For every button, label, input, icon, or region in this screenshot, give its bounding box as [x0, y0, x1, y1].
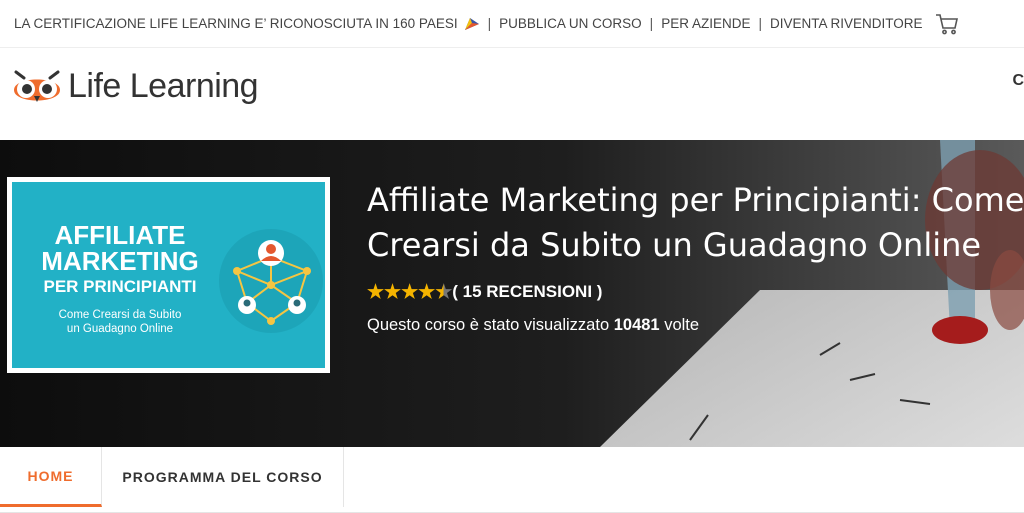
- reseller-link[interactable]: DIVENTA RIVENDITORE: [770, 16, 923, 31]
- course-thumbnail: AFFILIATE MARKETING PER PRINCIPIANTI Com…: [7, 177, 330, 373]
- star-icon: ★: [418, 281, 436, 303]
- certification-notice: LA CERTIFICAZIONE LIFE LEARNING E’ RICON…: [14, 16, 480, 31]
- course-hero: AFFILIATE MARKETING PER PRINCIPIANTI Com…: [0, 140, 1024, 447]
- site-header: Life Learning C: [0, 48, 1024, 140]
- reviews-count[interactable]: ( 15 RECENSIONI ): [452, 282, 602, 302]
- separator: |: [487, 16, 492, 31]
- views-prefix: Questo corso è stato visualizzato: [367, 316, 610, 334]
- network-people-icon: [219, 229, 323, 333]
- separator: |: [649, 16, 654, 31]
- top-bar: LA CERTIFICAZIONE LIFE LEARNING E’ RICON…: [0, 0, 1024, 48]
- course-title: Affiliate Marketing per Principianti: Co…: [367, 181, 1024, 264]
- views-count: 10481: [613, 316, 660, 334]
- star-icon: ★: [384, 281, 402, 303]
- publish-course-link[interactable]: PUBBLICA UN CORSO: [499, 16, 642, 31]
- star-icon: ★: [401, 281, 419, 303]
- flag-icon: [464, 17, 480, 31]
- thumbnail-title: AFFILIATE MARKETING: [41, 220, 199, 276]
- business-link[interactable]: PER AZIENDE: [661, 16, 750, 31]
- star-icon: ★: [367, 281, 385, 303]
- views-counter: Questo corso è stato visualizzato 10481 …: [367, 316, 699, 335]
- tab-course-program[interactable]: PROGRAMMA DEL CORSO: [102, 447, 344, 507]
- thumbnail-subtitle: PER PRINCIPIANTI: [43, 277, 197, 296]
- views-suffix: volte: [664, 316, 700, 334]
- cart-icon[interactable]: [935, 13, 959, 35]
- course-tabs: HOME PROGRAMMA DEL CORSO: [0, 447, 1024, 513]
- separator: |: [758, 16, 762, 31]
- tab-home[interactable]: HOME: [0, 447, 102, 507]
- star-half-icon: ★: [435, 281, 453, 303]
- star-rating: ★ ★ ★ ★ ★: [367, 283, 452, 302]
- logo[interactable]: Life Learning: [10, 64, 259, 108]
- course-rating: ★ ★ ★ ★ ★ ( 15 RECENSIONI ): [367, 282, 602, 302]
- thumbnail-caption: Come Crearsi da Subito un Guadagno Onlin…: [58, 309, 182, 335]
- brand-name: Life Learning: [68, 66, 259, 105]
- certification-text: LA CERTIFICAZIONE LIFE LEARNING E’ RICON…: [14, 16, 458, 31]
- owl-logo-icon: [10, 64, 64, 108]
- header-edge-text: C: [1012, 72, 1024, 89]
